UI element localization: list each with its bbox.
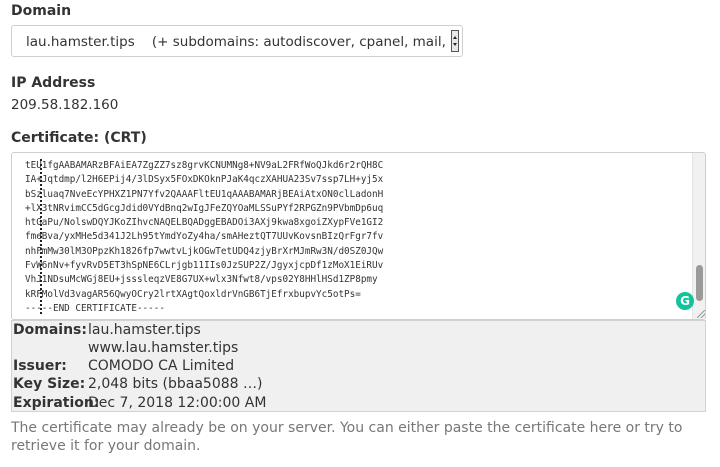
grammarly-icon[interactable]: G bbox=[676, 292, 694, 310]
ip-address-value: 209.58.182.160 bbox=[11, 97, 119, 113]
domain-select[interactable]: lau.hamster.tips (+ subdomains: autodisc… bbox=[11, 25, 463, 57]
domain-select-value: lau.hamster.tips (+ subdomains: autodisc… bbox=[26, 34, 446, 50]
certificate-textarea[interactable]: tEU1fgAABAMARzBFAiEA7ZgZZ7sz8grvKCNUMNg8… bbox=[11, 152, 706, 320]
certificate-details: Domains: lau.hamster.tips www.lau.hamste… bbox=[11, 320, 706, 412]
domains-label: Domains: bbox=[13, 322, 87, 338]
issuer-label: Issuer: bbox=[13, 358, 67, 374]
certificate-label: Certificate: (CRT) bbox=[11, 130, 147, 146]
domains-value-1: lau.hamster.tips bbox=[88, 322, 201, 338]
certificate-text: tEU1fgAABAMARzBFAiEA7ZgZZ7sz8grvKCNUMNg8… bbox=[25, 160, 384, 314]
certificate-scrollbar[interactable] bbox=[692, 153, 705, 319]
select-arrow-icon[interactable] bbox=[451, 30, 459, 52]
domains-value-2: www.lau.hamster.tips bbox=[88, 340, 239, 356]
key-size-label: Key Size: bbox=[13, 376, 86, 392]
key-size-value: 2,048 bits (bbaa5088 …) bbox=[88, 376, 263, 392]
help-text: The certificate may already be on your s… bbox=[11, 420, 683, 454]
expiration-value: Dec 7, 2018 12:00:00 AM bbox=[88, 395, 267, 411]
domain-label: Domain bbox=[11, 3, 72, 19]
text-cursor bbox=[40, 159, 42, 314]
resize-grip-icon[interactable] bbox=[697, 310, 705, 318]
ip-address-label: IP Address bbox=[11, 75, 96, 91]
issuer-value: COMODO CA Limited bbox=[88, 358, 235, 374]
scrollbar-thumb[interactable] bbox=[696, 265, 703, 301]
expiration-label: Expiration: bbox=[13, 395, 100, 411]
